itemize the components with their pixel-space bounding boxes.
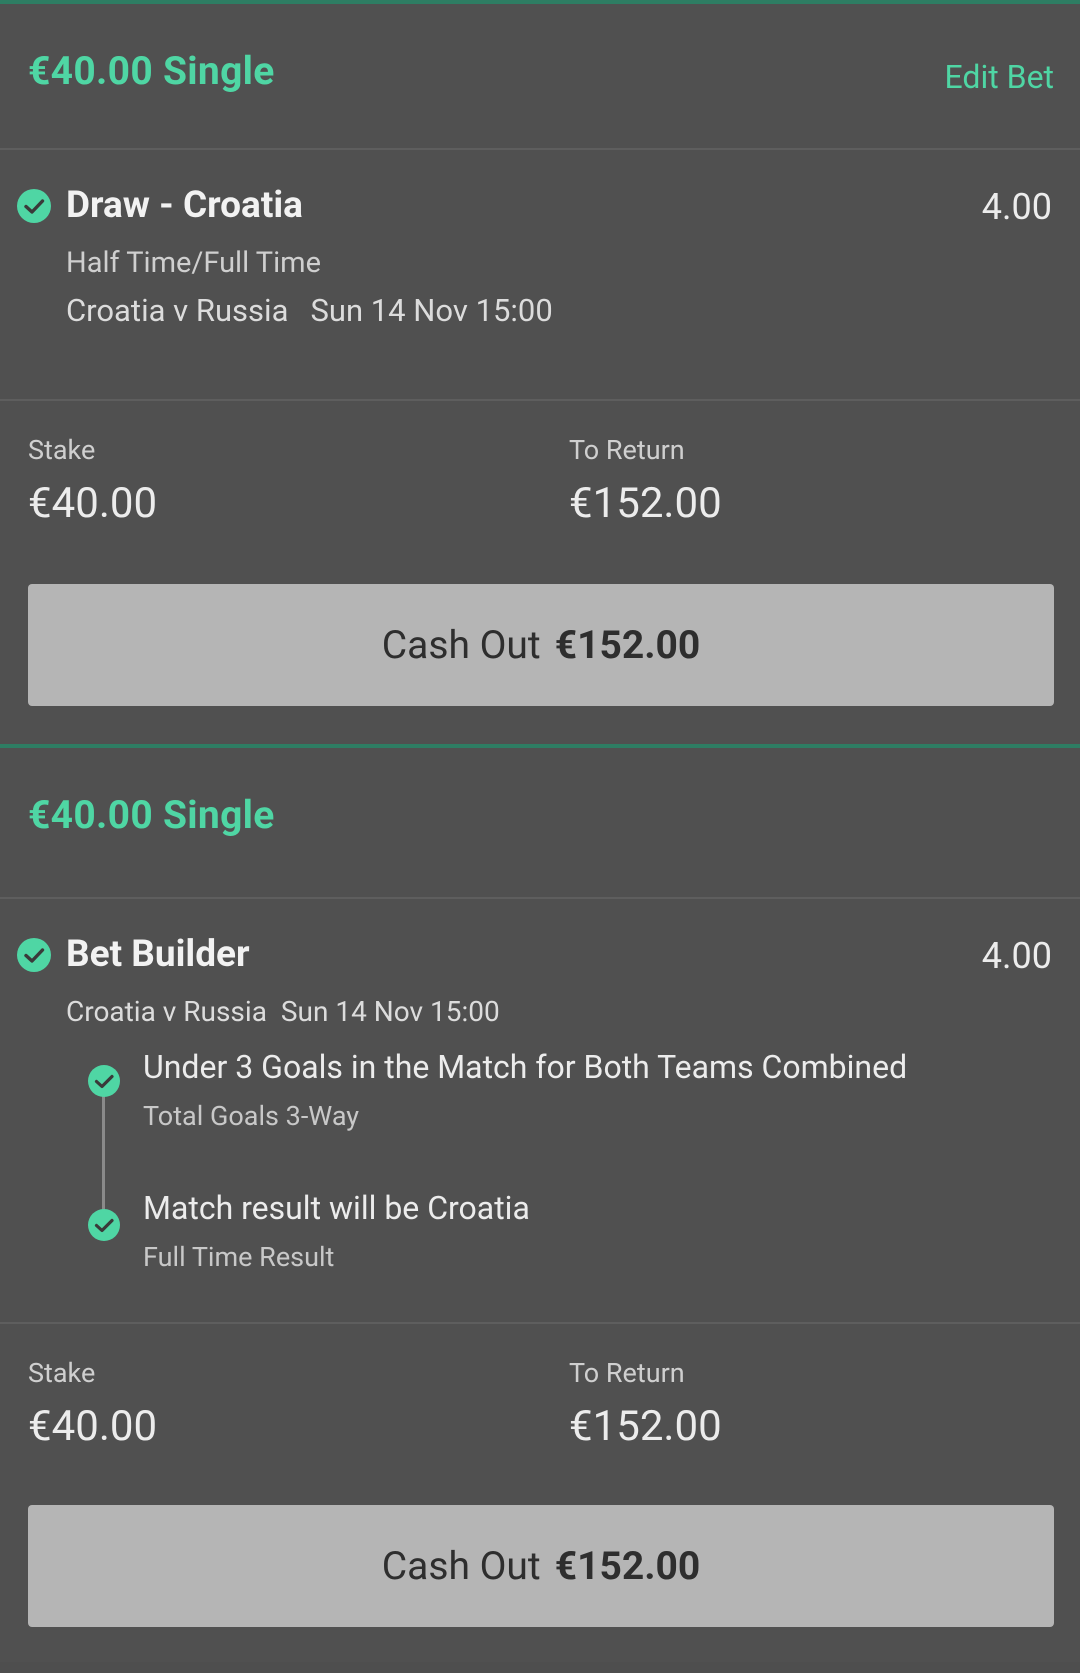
selection-odds: 4.00: [981, 186, 1052, 228]
leg-selection: Match result will be Croatia: [143, 1189, 530, 1227]
check-circle-icon: [17, 938, 51, 972]
cash-out-label: Cash Out: [381, 1543, 541, 1589]
stake-value: €40.00: [28, 479, 158, 528]
divider: [0, 399, 1080, 401]
divider: [0, 148, 1080, 150]
event-info: Croatia v Russia Sun 14 Nov 15:00: [66, 995, 500, 1028]
selection-name: Draw - Croatia: [66, 184, 303, 227]
leg-market: Full Time Result: [143, 1241, 335, 1273]
return-value: €152.00: [569, 479, 722, 528]
legs-connector: [102, 1081, 105, 1225]
event-info: Croatia v Russia Sun 14 Nov 15:00: [66, 292, 553, 329]
event-datetime: Sun 14 Nov 15:00: [310, 292, 553, 329]
selection-name: Bet Builder: [66, 933, 250, 976]
stake-value: €40.00: [28, 1402, 158, 1451]
event-datetime: Sun 14 Nov 15:00: [280, 995, 500, 1028]
stake-label: Stake: [28, 1357, 96, 1389]
cash-out-value: €152.00: [554, 622, 701, 668]
stake-label: Stake: [28, 434, 96, 466]
check-circle-icon: [88, 1209, 120, 1241]
check-circle-icon: [17, 189, 51, 223]
cash-out-button[interactable]: Cash Out €152.00: [28, 584, 1054, 706]
cash-out-label: Cash Out: [381, 622, 541, 668]
check-circle-icon: [88, 1065, 120, 1097]
bet-title: €40.00 Single: [28, 792, 275, 838]
event-name: Croatia v Russia: [66, 292, 289, 329]
market-name: Half Time/Full Time: [66, 246, 321, 280]
divider: [0, 897, 1080, 899]
cash-out-value: €152.00: [554, 1543, 701, 1589]
return-label: To Return: [569, 434, 685, 466]
bet-title: €40.00 Single: [28, 48, 275, 94]
edit-bet-link[interactable]: Edit Bet: [945, 58, 1055, 96]
event-name: Croatia v Russia: [66, 995, 267, 1028]
leg-selection: Under 3 Goals in the Match for Both Team…: [143, 1048, 908, 1086]
selection-odds: 4.00: [981, 935, 1052, 977]
leg-market: Total Goals 3-Way: [143, 1100, 360, 1132]
divider: [0, 1322, 1080, 1324]
return-value: €152.00: [569, 1402, 722, 1451]
cash-out-button[interactable]: Cash Out €152.00: [28, 1505, 1054, 1627]
return-label: To Return: [569, 1357, 685, 1389]
bet-card-single: €40.00 Single Edit Bet Draw - Croatia 4.…: [0, 0, 1080, 748]
bet-card-bet-builder: €40.00 Single Bet Builder 4.00 Croatia v…: [0, 744, 1080, 1662]
